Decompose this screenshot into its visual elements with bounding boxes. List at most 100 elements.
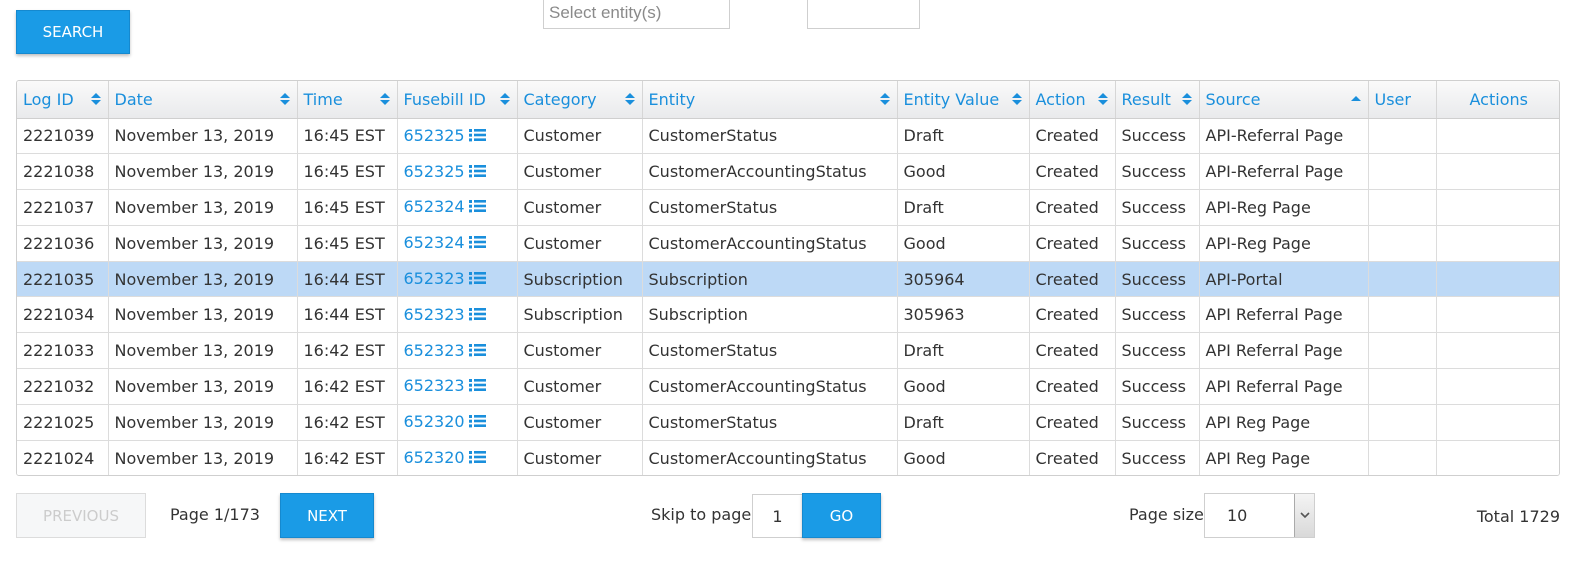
- skip-to-page-label: Skip to page: [651, 505, 752, 524]
- sort-icon[interactable]: [499, 93, 510, 106]
- table-row[interactable]: 2221024 November 13, 2019 16:42 EST 652320 C…: [17, 440, 1559, 475]
- cell-entity-value: 305964: [897, 261, 1030, 298]
- previous-page-button[interactable]: PREVIOUS: [16, 493, 146, 538]
- fusebill-id-link[interactable]: 652325: [404, 126, 465, 145]
- fusebill-id-link[interactable]: 652320: [404, 412, 465, 431]
- column-header-entity[interactable]: Entity: [642, 81, 898, 119]
- list-icon[interactable]: [468, 306, 486, 325]
- cell-entity: CustomerAccountingStatus: [642, 368, 898, 405]
- cell-category: Customer: [517, 440, 643, 475]
- list-icon[interactable]: [468, 449, 486, 468]
- table-row[interactable]: 2221035 November 13, 2019 16:44 EST 652323 S…: [17, 261, 1559, 298]
- filter-value-input[interactable]: [807, 0, 920, 29]
- sort-icon[interactable]: [279, 93, 290, 106]
- cell-fusebill-id: 652324: [397, 225, 518, 262]
- cell-user: [1368, 261, 1437, 298]
- page-size-label: Page size: [1129, 505, 1204, 524]
- cell-entity-value: Good: [897, 153, 1030, 191]
- column-header-log-id[interactable]: Log ID: [17, 81, 109, 119]
- table-row[interactable]: 2221034 November 13, 2019 16:44 EST 652323 S…: [17, 296, 1559, 334]
- column-header-entity-value[interactable]: Entity Value: [897, 81, 1030, 119]
- cell-result: Success: [1115, 404, 1200, 441]
- column-header-result[interactable]: Result: [1115, 81, 1200, 119]
- cell-action: Created: [1029, 404, 1116, 441]
- total-count: Total 1729: [1476, 507, 1560, 526]
- cell-log-id: 2221034: [17, 296, 109, 334]
- cell-actions: [1436, 118, 1559, 155]
- entity-select-input[interactable]: [543, 0, 730, 29]
- sort-icon[interactable]: [624, 93, 635, 106]
- cell-time: 16:42 EST: [297, 368, 398, 405]
- cell-action: Created: [1029, 189, 1116, 226]
- list-icon[interactable]: [468, 163, 486, 182]
- sort-ascending-icon[interactable]: [1350, 96, 1361, 101]
- sort-icon[interactable]: [379, 93, 390, 106]
- cell-actions: [1436, 332, 1559, 370]
- cell-log-id: 2221025: [17, 404, 109, 441]
- list-icon[interactable]: [468, 234, 486, 253]
- fusebill-id-link[interactable]: 652324: [404, 197, 465, 216]
- next-page-button[interactable]: NEXT: [280, 493, 374, 538]
- sort-icon[interactable]: [1097, 93, 1108, 106]
- cell-actions: [1436, 404, 1559, 441]
- table-row[interactable]: 2221033 November 13, 2019 16:42 EST 652323 C…: [17, 332, 1559, 370]
- fusebill-id-link[interactable]: 652323: [404, 376, 465, 395]
- column-header-date[interactable]: Date: [108, 81, 298, 119]
- column-header-action[interactable]: Action: [1029, 81, 1116, 119]
- table-row[interactable]: 2221036 November 13, 2019 16:45 EST 652324 C…: [17, 225, 1559, 262]
- table-row[interactable]: 2221039 November 13, 2019 16:45 EST 652325 C…: [17, 118, 1559, 155]
- column-header-label: Fusebill ID: [403, 89, 486, 109]
- cell-action: Created: [1029, 261, 1116, 298]
- column-header-label: Entity: [648, 89, 696, 109]
- table-row[interactable]: 2221025 November 13, 2019 16:42 EST 652320 C…: [17, 404, 1559, 441]
- cell-log-id: 2221038: [17, 153, 109, 191]
- table-row[interactable]: 2221038 November 13, 2019 16:45 EST 652325 C…: [17, 153, 1559, 191]
- fusebill-id-link[interactable]: 652325: [404, 162, 465, 181]
- cell-category: Customer: [517, 368, 643, 405]
- page-info: Page 1/173: [170, 505, 260, 524]
- cell-actions: [1436, 189, 1559, 226]
- cell-fusebill-id: 652323: [397, 368, 518, 405]
- cell-fusebill-id: 652325: [397, 153, 518, 191]
- list-icon[interactable]: [468, 413, 486, 432]
- chevron-down-icon[interactable]: [1294, 494, 1314, 537]
- fusebill-id-link[interactable]: 652323: [404, 269, 465, 288]
- column-header-category[interactable]: Category: [517, 81, 643, 119]
- cell-category: Subscription: [517, 296, 643, 334]
- cell-source: API Reg Page: [1199, 404, 1369, 441]
- cell-source: API Referral Page: [1199, 368, 1369, 405]
- list-icon[interactable]: [468, 127, 486, 146]
- sort-icon[interactable]: [90, 93, 101, 106]
- cell-time: 16:45 EST: [297, 118, 398, 155]
- column-header-time[interactable]: Time: [297, 81, 398, 119]
- cell-time: 16:45 EST: [297, 153, 398, 191]
- cell-action: Created: [1029, 332, 1116, 370]
- cell-source: API-Portal: [1199, 261, 1369, 298]
- cell-action: Created: [1029, 153, 1116, 191]
- column-header-source[interactable]: Source: [1199, 81, 1369, 119]
- table-row[interactable]: 2221032 November 13, 2019 16:42 EST 652323 C…: [17, 368, 1559, 405]
- cell-user: [1368, 225, 1437, 262]
- cell-source: API-Reg Page: [1199, 189, 1369, 226]
- search-button[interactable]: SEARCH: [16, 10, 130, 54]
- column-header-fusebill-id[interactable]: Fusebill ID: [397, 81, 518, 119]
- go-button[interactable]: GO: [802, 493, 881, 538]
- sort-icon[interactable]: [879, 93, 890, 106]
- skip-to-page-input[interactable]: [752, 494, 803, 538]
- list-icon[interactable]: [468, 270, 486, 289]
- table-row[interactable]: 2221037 November 13, 2019 16:45 EST 652324 C…: [17, 189, 1559, 226]
- fusebill-id-link[interactable]: 652320: [404, 448, 465, 467]
- fusebill-id-link[interactable]: 652323: [404, 305, 465, 324]
- cell-user: [1368, 404, 1437, 441]
- table-body: 2221039 November 13, 2019 16:45 EST 652325 C…: [17, 118, 1559, 475]
- page-size-select[interactable]: 10: [1204, 493, 1315, 538]
- sort-icon[interactable]: [1011, 93, 1022, 106]
- sort-icon[interactable]: [1181, 93, 1192, 106]
- list-icon[interactable]: [468, 342, 486, 361]
- list-icon[interactable]: [468, 377, 486, 396]
- list-icon[interactable]: [468, 198, 486, 217]
- fusebill-id-link[interactable]: 652323: [404, 341, 465, 360]
- cell-action: Created: [1029, 225, 1116, 262]
- fusebill-id-link[interactable]: 652324: [404, 233, 465, 252]
- cell-log-id: 2221032: [17, 368, 109, 405]
